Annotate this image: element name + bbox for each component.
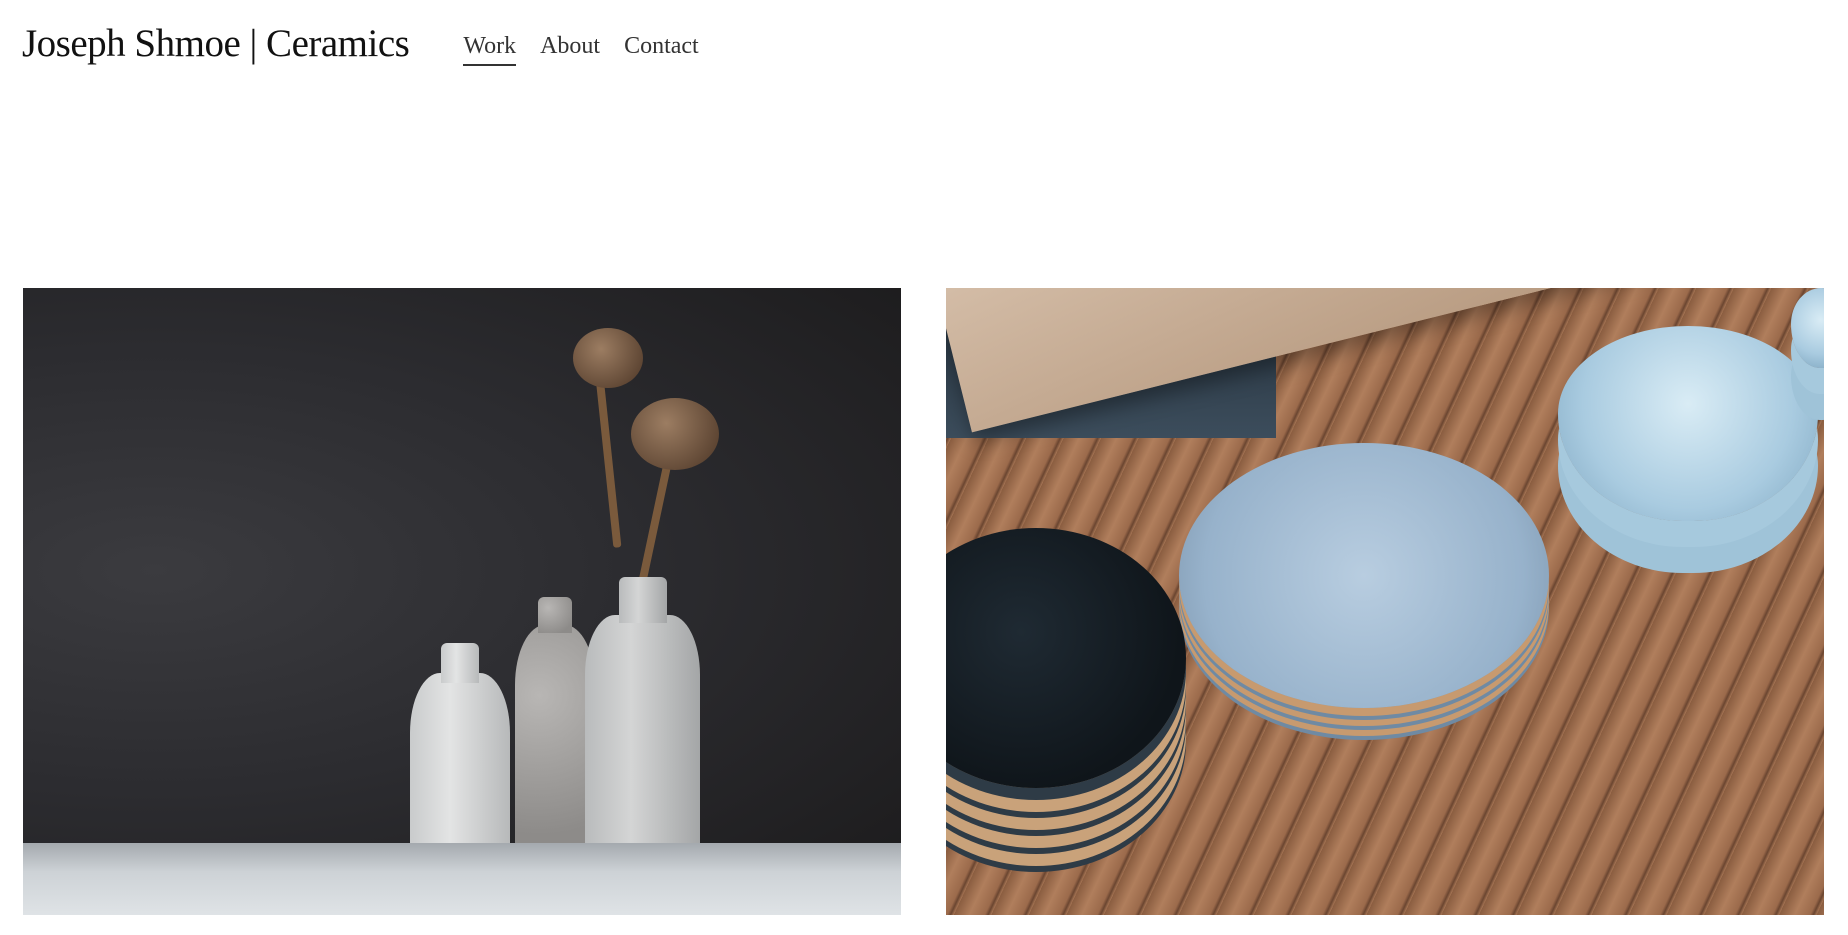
main-nav: Work About Contact — [463, 30, 699, 66]
work-gallery — [23, 288, 1825, 915]
gallery-item-plates[interactable] — [946, 288, 1824, 915]
site-header: Joseph Shmoe | Ceramics Work About Conta… — [22, 18, 699, 78]
nav-work-link[interactable]: Work — [463, 30, 517, 66]
plates-image — [946, 288, 1824, 915]
nav-contact-link[interactable]: Contact — [624, 30, 699, 66]
vases-image — [23, 288, 901, 915]
gallery-item-vases[interactable] — [23, 288, 901, 915]
nav-about-link[interactable]: About — [540, 30, 600, 66]
site-title[interactable]: Joseph Shmoe | Ceramics — [22, 18, 410, 70]
